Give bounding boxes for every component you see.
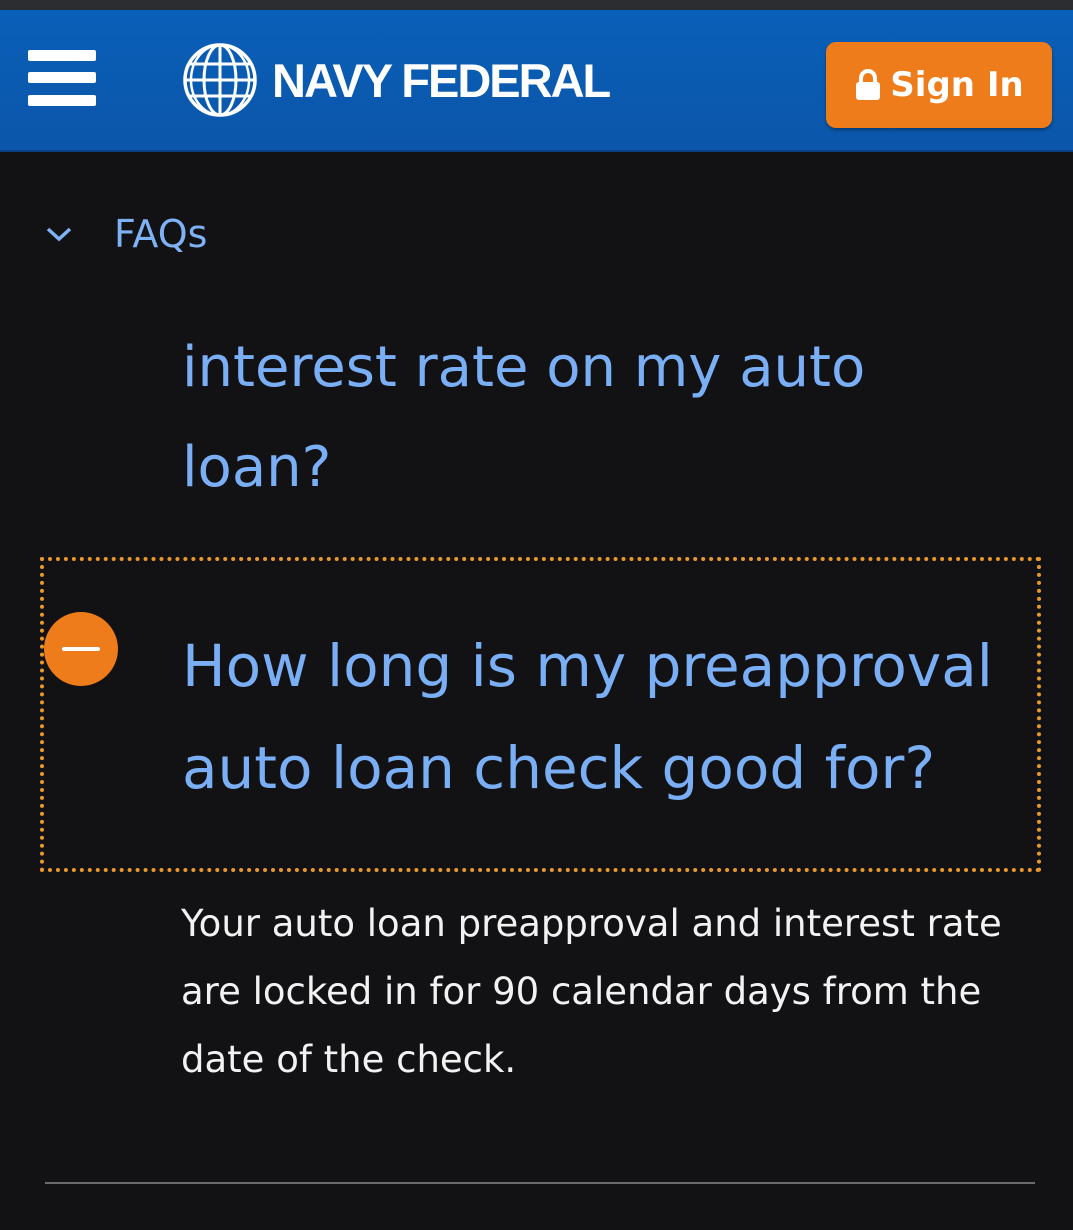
faqs-breadcrumb[interactable]: FAQs — [44, 206, 207, 262]
menu-bar — [28, 95, 96, 106]
lock-icon — [856, 69, 881, 100]
status-bar-strip — [0, 0, 1073, 10]
previous-faq-question[interactable]: interest rate on my auto loan? — [182, 318, 1002, 518]
sign-in-label: Sign In — [890, 65, 1024, 105]
menu-bar — [28, 72, 96, 83]
minus-circle-icon[interactable] — [44, 612, 118, 686]
faq-answer: Your auto loan preapproval and interest … — [181, 902, 1002, 1081]
sign-in-button[interactable]: Sign In — [826, 42, 1052, 128]
breadcrumb-label: FAQs — [114, 212, 208, 256]
navy-federal-logo[interactable]: NAVY FEDERAL — [182, 42, 611, 118]
chevron-down-icon — [46, 227, 72, 242]
globe-icon — [183, 43, 257, 117]
logo-text: NAVY FEDERAL — [272, 53, 611, 107]
hamburger-menu-icon[interactable] — [28, 50, 96, 106]
menu-bar — [28, 50, 96, 61]
divider — [45, 1182, 1035, 1184]
faq-question[interactable]: How long is my preapproval auto loan che… — [182, 615, 1022, 819]
site-header: NAVY FEDERAL Sign In — [0, 10, 1073, 152]
